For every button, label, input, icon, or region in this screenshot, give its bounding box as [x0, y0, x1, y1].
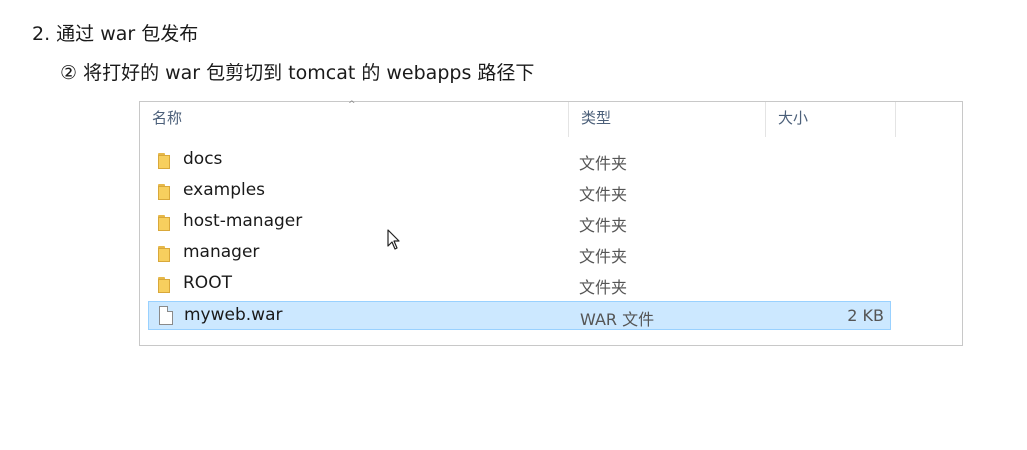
folder-icon [158, 215, 173, 231]
file-type: 文件夹 [579, 247, 628, 266]
file-type: 文件夹 [579, 185, 628, 204]
column-header-type[interactable]: 类型 [569, 102, 766, 137]
file-name: host-manager [183, 211, 303, 231]
folder-icon [158, 153, 173, 169]
list-item-manager[interactable]: manager 文件夹 [148, 239, 891, 268]
list-item-root[interactable]: ROOT 文件夹 [148, 270, 891, 299]
folder-icon [158, 277, 173, 293]
column-header-row: ^ 名称 类型 大小 [140, 100, 962, 137]
file-name: examples [183, 180, 266, 200]
list-item-docs[interactable]: docs 文件夹 [148, 146, 891, 175]
folder-icon [158, 246, 173, 262]
list-item-examples[interactable]: examples 文件夹 [148, 177, 891, 206]
step-subheading: ② 将打好的 war 包剪切到 tomcat 的 webapps 路径下 [60, 62, 535, 84]
file-name: manager [183, 242, 260, 262]
file-name: ROOT [183, 273, 232, 293]
file-type: 文件夹 [579, 278, 628, 297]
text-cursor-icon [387, 229, 400, 250]
section-heading: 2. 通过 war 包发布 [32, 23, 199, 45]
file-name: docs [183, 149, 223, 169]
file-name: myweb.war [184, 305, 283, 325]
column-header-name[interactable]: 名称 [140, 102, 569, 137]
file-type: 文件夹 [579, 154, 628, 173]
list-item-myweb-war[interactable]: myweb.war WAR 文件 2 KB [148, 301, 891, 330]
file-type: 文件夹 [579, 216, 628, 235]
column-header-size[interactable]: 大小 [766, 102, 896, 137]
file-icon [159, 306, 173, 325]
file-size: 2 KB [847, 306, 884, 325]
folder-icon [158, 184, 173, 200]
list-item-host-manager[interactable]: host-manager 文件夹 [148, 208, 891, 237]
file-explorer-list: ^ 名称 类型 大小 docs 文件夹 examples 文件夹 host-ma… [139, 100, 963, 346]
file-type: WAR 文件 [580, 310, 655, 329]
